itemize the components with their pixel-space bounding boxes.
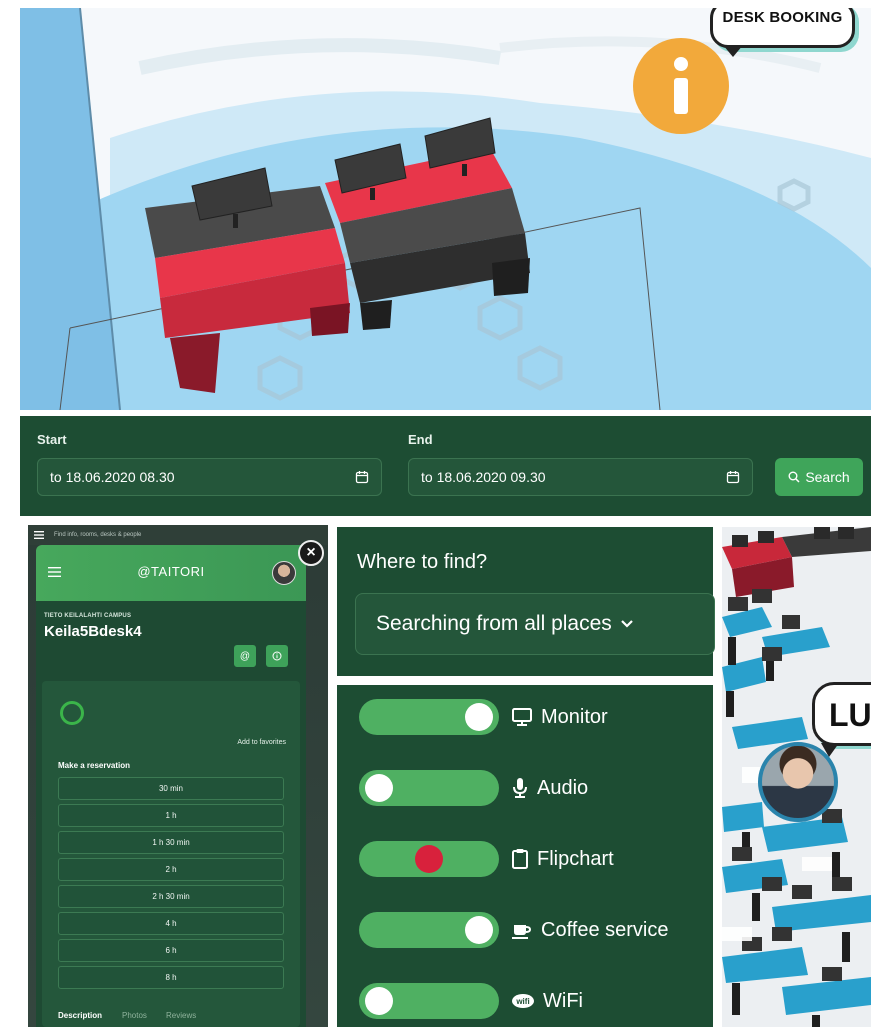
where-to-find-title: Where to find? xyxy=(357,551,488,573)
close-icon[interactable]: × xyxy=(298,540,324,566)
at-icon: @ xyxy=(239,650,251,662)
end-label: End xyxy=(408,432,433,447)
flipchart-toggle[interactable] xyxy=(359,841,499,877)
tab-description[interactable]: Description xyxy=(58,1011,102,1020)
monitor-label: Monitor xyxy=(541,705,608,728)
duration-option[interactable]: 2 h xyxy=(58,858,284,881)
duration-option[interactable]: 6 h xyxy=(58,939,284,962)
duration-option[interactable]: 1 h 30 min xyxy=(58,831,284,854)
desk-detail-modal: @TAITORI TIETO KEILALAHTI CAMPUS Keila5B… xyxy=(36,545,306,1027)
filter-row-flipchart: Flipchart xyxy=(359,841,614,877)
campus-label: TIETO KEILALAHTI CAMPUS xyxy=(44,613,132,619)
mobile-search-placeholder: Find info, rooms, desks & people xyxy=(54,532,142,538)
filter-row-monitor: Monitor xyxy=(359,699,608,735)
brand-logo: @TAITORI xyxy=(137,564,205,579)
lunch-bubble: LU xyxy=(812,682,871,757)
calendar-icon[interactable] xyxy=(355,470,369,484)
wifi-toggle[interactable] xyxy=(359,983,499,1019)
mobile-app-screenshot: Find info, rooms, desks & people @TAITOR… xyxy=(28,525,328,1027)
tab-photos[interactable]: Photos xyxy=(122,1011,147,1020)
user-avatar[interactable] xyxy=(272,561,296,585)
microphone-icon xyxy=(513,778,527,798)
desk-booking-bubble: DESK BOOKING xyxy=(710,8,855,57)
filter-row-wifi: wifi WiFi xyxy=(359,983,583,1019)
toggle-knob xyxy=(415,845,443,873)
chevron-down-icon xyxy=(621,620,633,628)
filter-row-audio: Audio xyxy=(359,770,588,806)
person-avatar[interactable] xyxy=(758,742,838,822)
filter-row-coffee: Coffee service xyxy=(359,912,668,948)
mobile-search-bar[interactable]: Find info, rooms, desks & people xyxy=(28,525,328,545)
desk-name: Keila5Bdesk4 xyxy=(44,623,142,640)
toggle-knob xyxy=(365,987,393,1015)
add-to-favorites-link[interactable]: Add to favorites xyxy=(237,739,286,746)
menu-icon[interactable] xyxy=(34,531,44,539)
collage-root: DESK BOOKING Start to 18.06.2020 08.30 E… xyxy=(0,0,871,1027)
monitor-toggle[interactable] xyxy=(359,699,499,735)
toggle-knob xyxy=(465,916,493,944)
info-icon[interactable] xyxy=(633,38,729,134)
end-date-value: to 18.06.2020 09.30 xyxy=(421,469,546,485)
monitor-icon xyxy=(512,708,532,726)
start-date-field[interactable]: to 18.06.2020 08.30 xyxy=(37,458,382,496)
wifi-label: WiFi xyxy=(543,989,583,1012)
toggle-knob xyxy=(365,774,393,802)
duration-option[interactable]: 8 h xyxy=(58,966,284,989)
search-button[interactable]: Search xyxy=(775,458,863,496)
office-map-3d-view[interactable]: LU xyxy=(722,527,871,1027)
coffee-label: Coffee service xyxy=(541,918,669,941)
booking-date-bar: Start to 18.06.2020 08.30 End to 18.06.2… xyxy=(20,416,871,516)
reservation-card: Add to favorites Make a reservation 30 m… xyxy=(42,681,300,1027)
lunch-bubble-text: LU xyxy=(829,697,871,733)
clipboard-icon xyxy=(512,849,528,869)
end-date-field[interactable]: to 18.06.2020 09.30 xyxy=(408,458,753,496)
desk-3d-illustration xyxy=(20,8,871,410)
start-date-value: to 18.06.2020 08.30 xyxy=(50,469,175,485)
app-header: @TAITORI xyxy=(36,545,306,601)
search-icon xyxy=(788,471,800,483)
tab-reviews[interactable]: Reviews xyxy=(166,1011,196,1020)
bubble-tail xyxy=(723,45,743,57)
availability-ring-icon xyxy=(60,701,84,725)
info-button[interactable] xyxy=(266,645,288,667)
duration-option[interactable]: 2 h 30 min xyxy=(58,885,284,908)
search-button-label: Search xyxy=(805,469,850,485)
location-select-value: Searching from all places xyxy=(376,612,612,635)
desk-booking-bubble-text: DESK BOOKING xyxy=(722,9,843,26)
info-glyph xyxy=(674,57,688,114)
toggle-knob xyxy=(465,703,493,731)
where-to-find-panel: Where to find? Searching from all places xyxy=(337,527,715,676)
wifi-icon: wifi xyxy=(512,994,534,1008)
audio-toggle[interactable] xyxy=(359,770,499,806)
location-select[interactable]: Searching from all places xyxy=(355,593,715,655)
make-reservation-heading: Make a reservation xyxy=(58,761,131,770)
duration-option[interactable]: 4 h xyxy=(58,912,284,935)
svg-text:wifi: wifi xyxy=(515,997,529,1006)
duration-option[interactable]: 30 min xyxy=(58,777,284,800)
amenity-filters-panel: Monitor Audio Flipchart Coffee service w… xyxy=(337,685,713,1027)
info-circle-icon xyxy=(272,651,282,661)
calendar-icon[interactable] xyxy=(726,470,740,484)
coffee-icon xyxy=(512,925,532,939)
coffee-toggle[interactable] xyxy=(359,912,499,948)
email-button[interactable]: @ xyxy=(234,645,256,667)
flipchart-label: Flipchart xyxy=(537,847,614,870)
start-label: Start xyxy=(37,432,67,447)
duration-option[interactable]: 1 h xyxy=(58,804,284,827)
desk-3d-view[interactable]: DESK BOOKING xyxy=(20,8,871,410)
audio-label: Audio xyxy=(537,776,589,799)
